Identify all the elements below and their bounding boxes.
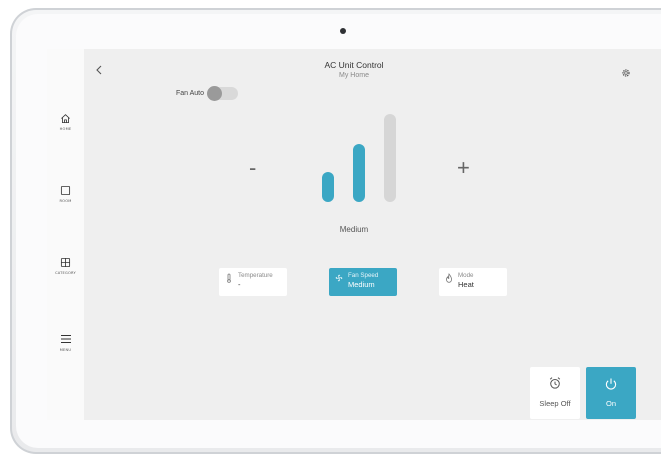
page-subtitle: My Home xyxy=(339,72,369,79)
fan-icon xyxy=(335,274,343,282)
sleep-label: Sleep Off xyxy=(539,399,571,408)
mode-card[interactable]: Mode Heat xyxy=(439,268,507,296)
fan-speed-bar-3[interactable] xyxy=(384,114,396,202)
fan-auto-control: Fan Auto xyxy=(176,86,239,101)
temperature-label: Temperature xyxy=(238,272,273,279)
increase-speed-button[interactable]: + xyxy=(457,155,470,181)
sidebar-item-label: HOME xyxy=(59,127,72,131)
home-icon xyxy=(61,114,70,124)
page-title: AC Unit Control xyxy=(324,60,384,70)
sleep-button[interactable]: Sleep Off xyxy=(530,367,580,419)
fan-speed-label: Medium xyxy=(339,225,369,234)
sidebar-item-label: CATEGORY xyxy=(55,271,76,275)
mode-label: Mode xyxy=(458,272,474,279)
fan-speed-card-label: Fan Speed xyxy=(348,272,379,279)
sidebar-item-home[interactable]: HOME xyxy=(47,113,84,131)
gear-icon xyxy=(622,69,630,77)
fan-speed-bar-1[interactable] xyxy=(322,172,334,202)
category-icon xyxy=(60,257,71,268)
sidebar: HOME ROOM CATEGORY MENU xyxy=(47,49,84,420)
thermometer-icon xyxy=(227,273,231,283)
settings-button[interactable] xyxy=(621,65,631,83)
sidebar-item-menu[interactable]: MENU xyxy=(47,333,84,352)
power-icon xyxy=(605,378,617,390)
sidebar-item-category[interactable]: CATEGORY xyxy=(47,257,84,275)
power-label: On xyxy=(605,399,616,408)
fan-speed-card-value: Medium xyxy=(348,280,375,289)
app-screen: HOME ROOM CATEGORY MENU AC Unit Control … xyxy=(47,49,661,420)
sidebar-item-room[interactable]: ROOM xyxy=(47,185,84,203)
alarm-clock-icon xyxy=(549,377,561,389)
flame-icon xyxy=(446,273,452,283)
sidebar-item-label: MENU xyxy=(59,348,72,352)
room-icon xyxy=(60,185,71,196)
decrease-speed-button[interactable]: - xyxy=(249,155,256,181)
fan-auto-toggle[interactable] xyxy=(207,86,239,101)
fan-auto-label: Fan Auto xyxy=(176,90,205,97)
menu-icon xyxy=(60,335,71,343)
sidebar-item-label: ROOM xyxy=(59,199,72,203)
camera-icon xyxy=(340,28,346,34)
temperature-value: - xyxy=(238,280,241,289)
fan-speed-bar-2[interactable] xyxy=(353,144,365,202)
power-button[interactable]: On xyxy=(586,367,636,419)
mode-value: Heat xyxy=(458,280,474,289)
fan-speed-indicator xyxy=(322,114,402,202)
temperature-card[interactable]: Temperature - xyxy=(219,268,287,296)
fan-speed-card[interactable]: Fan Speed Medium xyxy=(329,268,397,296)
toggle-knob xyxy=(207,86,223,101)
